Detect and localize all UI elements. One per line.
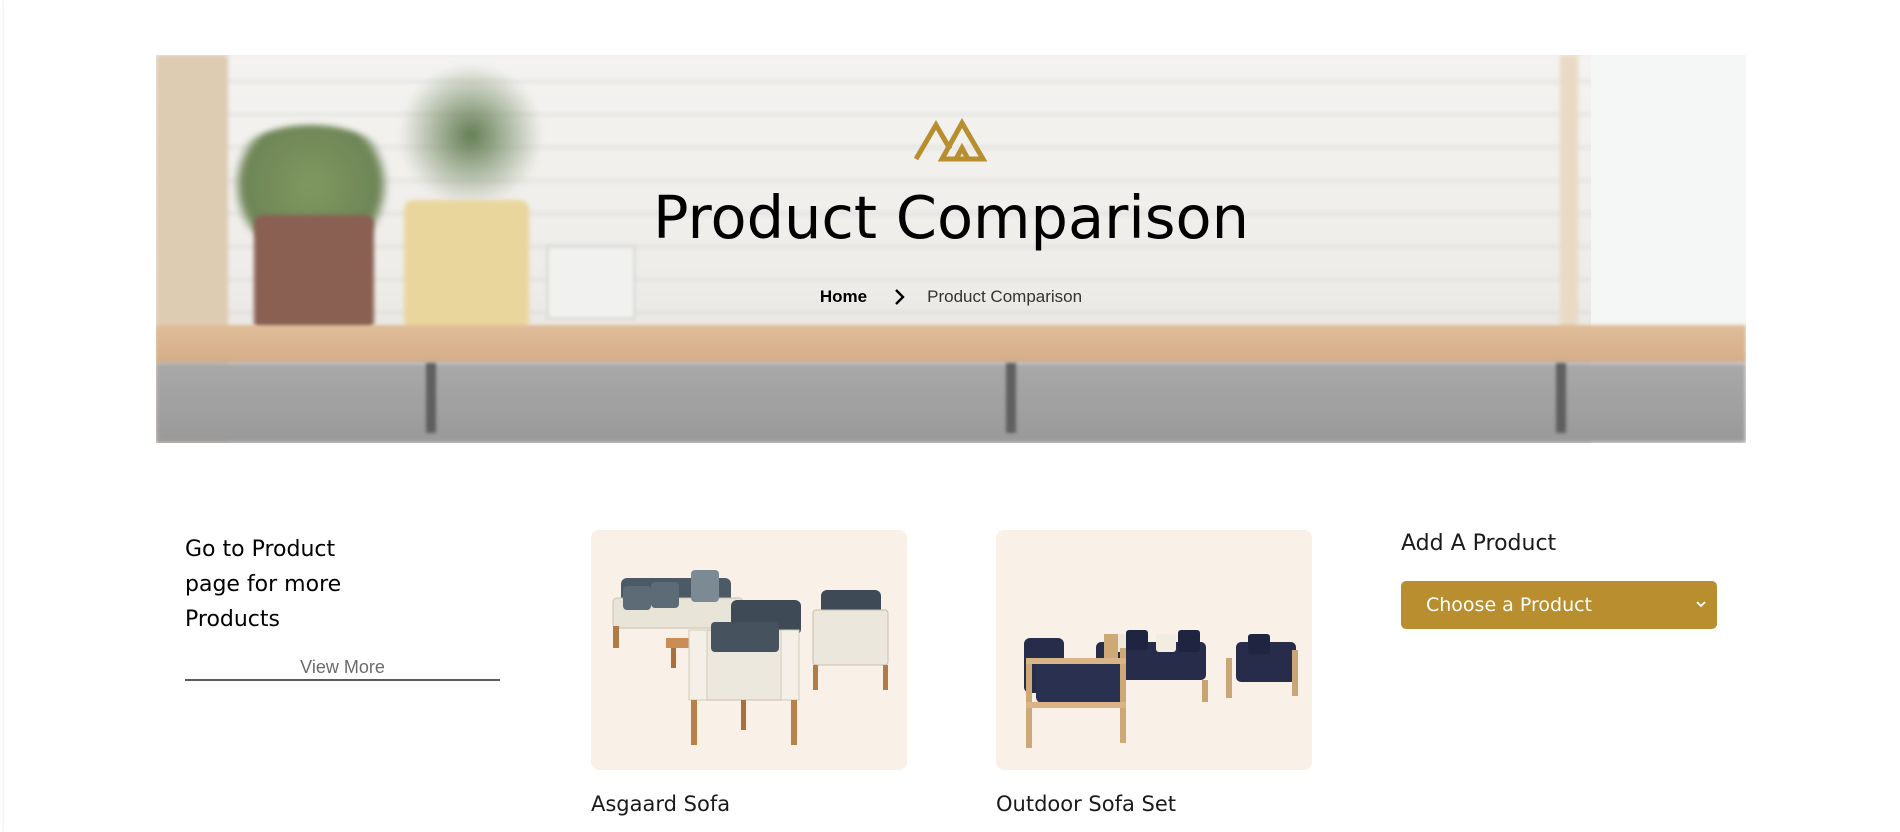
choose-product-select[interactable]: Choose a Product xyxy=(1401,581,1717,629)
product-name[interactable]: Outdoor Sofa Set xyxy=(996,792,1176,816)
hero-content: Product Comparison Home Product Comparis… xyxy=(156,55,1746,443)
outdoor-sofa-set-navy-icon xyxy=(1024,630,1298,748)
chevron-right-icon xyxy=(895,289,905,305)
choose-product-value: Choose a Product xyxy=(1426,594,1593,616)
outdoor-sofa-set-grey-icon xyxy=(612,570,889,745)
breadcrumb-home-link[interactable]: Home xyxy=(820,287,867,307)
breadcrumb: Home Product Comparison xyxy=(156,287,1746,307)
breadcrumb-current: Product Comparison xyxy=(927,287,1083,306)
chevron-down-icon xyxy=(1696,601,1706,608)
product-name[interactable]: Asgaard Sofa xyxy=(591,792,730,816)
product-card-image[interactable] xyxy=(996,530,1312,770)
product-card-image[interactable] xyxy=(591,530,907,770)
goto-product-text: Go to Product page for more Products xyxy=(185,537,342,632)
page-title: Product Comparison xyxy=(652,183,1250,252)
view-more-link[interactable]: View More xyxy=(185,657,500,681)
add-product-title: Add A Product xyxy=(1401,531,1557,556)
brand-logo-icon xyxy=(913,117,987,162)
